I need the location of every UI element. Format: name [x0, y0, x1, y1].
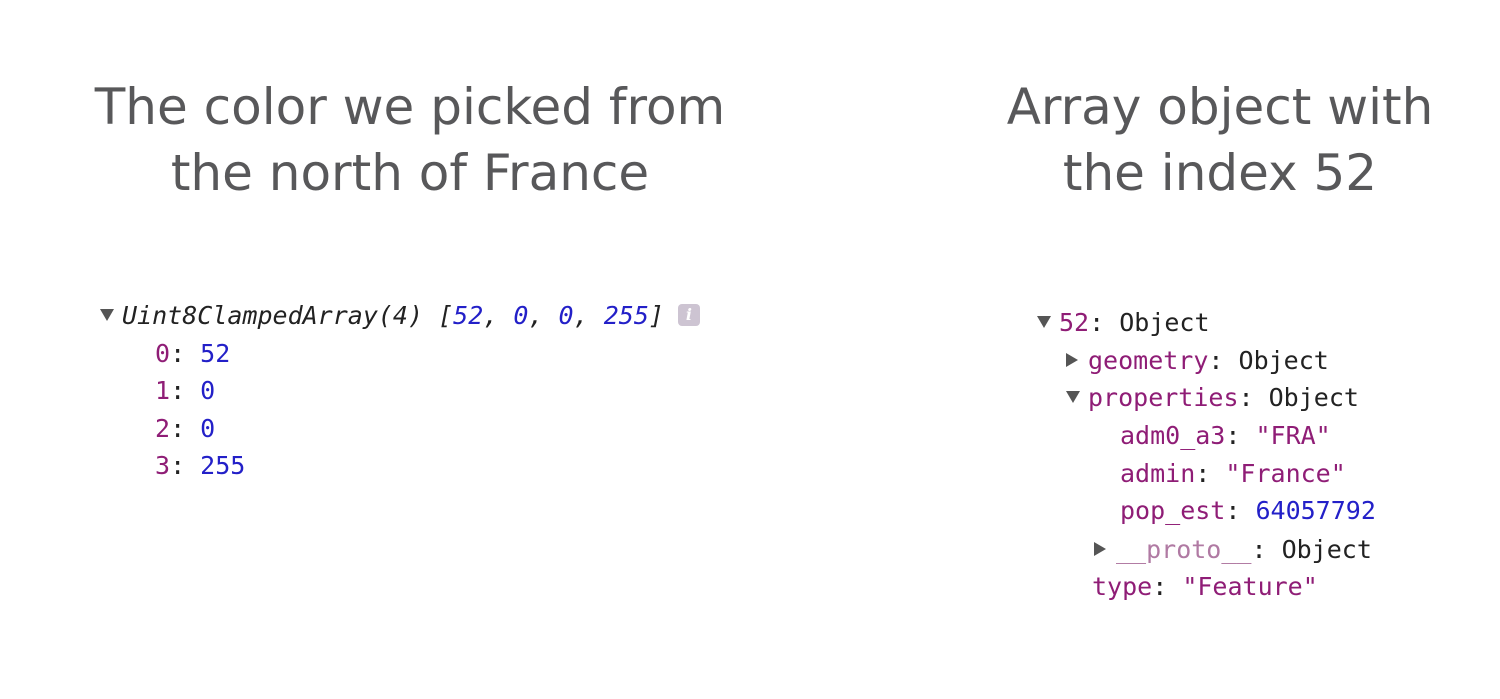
property-value: "FRA": [1255, 421, 1331, 450]
type-value: "Feature": [1182, 572, 1318, 601]
array-separator: ,: [528, 301, 559, 330]
property-key: admin: [1120, 459, 1196, 488]
array-entry-value: 0: [200, 376, 216, 405]
colon: :: [1195, 459, 1226, 488]
info-icon[interactable]: i: [677, 304, 700, 326]
property-entry-row: adm0_a3: "FRA": [1120, 418, 1331, 454]
array-close-bracket: ]: [648, 301, 664, 330]
array-separator: ,: [483, 301, 514, 330]
colon: :: [1152, 572, 1183, 601]
array-entry-value: 52: [200, 339, 231, 368]
colon: :: [1225, 421, 1256, 450]
array-type-label: Uint8ClampedArray(4): [122, 301, 424, 330]
left-caption-line-2: the north of France: [170, 144, 650, 202]
array-entry-value: 255: [200, 451, 246, 480]
array-entry-row: 1: 0: [155, 376, 216, 405]
property-entry-row: admin: "France": [1120, 456, 1346, 492]
array-entry-row: 2: 0: [155, 414, 216, 443]
colon: :: [1251, 535, 1282, 564]
uint8-array-header-row[interactable]: Uint8ClampedArray(4) [52, 0, 0, 255] i: [100, 298, 700, 334]
properties-value: Object: [1268, 383, 1359, 412]
collapsed-triangle-icon[interactable]: [1094, 542, 1106, 556]
right-caption-line-2: the index 52: [1062, 144, 1378, 202]
array-preview-3: 255: [603, 301, 649, 330]
array-entry-key: 2: [155, 414, 171, 443]
expand-triangle-icon[interactable]: [1066, 391, 1080, 403]
type-row: type: "Feature": [1092, 569, 1318, 605]
expand-triangle-icon[interactable]: [100, 309, 114, 321]
properties-row[interactable]: properties: Object: [1066, 380, 1359, 416]
colon: :: [1225, 496, 1256, 525]
property-value: 64057792: [1255, 496, 1376, 525]
array-preview-0: 52: [453, 301, 484, 330]
colon: :: [1089, 308, 1120, 337]
geometry-row[interactable]: geometry: Object: [1066, 343, 1329, 379]
array-preview-1: 0: [513, 301, 529, 330]
property-value: "France": [1225, 459, 1346, 488]
proto-value: Object: [1281, 535, 1372, 564]
left-caption-line-1: The color we picked from: [94, 78, 726, 136]
colon: :: [1238, 383, 1269, 412]
feature-header-row[interactable]: 52: Object: [1037, 305, 1210, 341]
proto-key: __proto__: [1116, 535, 1252, 564]
property-entry-row: pop_est: 64057792: [1120, 493, 1376, 529]
left-caption: The color we picked from the north of Fr…: [60, 74, 760, 206]
proto-row[interactable]: __proto__: Object: [1094, 532, 1372, 568]
collapsed-triangle-icon[interactable]: [1066, 353, 1078, 367]
geometry-value: Object: [1238, 346, 1329, 375]
properties-key: properties: [1088, 383, 1239, 412]
colon: :: [1208, 346, 1239, 375]
right-caption-line-1: Array object with: [1006, 78, 1434, 136]
array-entry-key: 0: [155, 339, 171, 368]
array-preview-2: 0: [558, 301, 574, 330]
expand-triangle-icon[interactable]: [1037, 316, 1051, 328]
array-entry-key: 3: [155, 451, 171, 480]
array-entry-value: 0: [200, 414, 216, 443]
right-caption: Array object with the index 52: [950, 74, 1490, 206]
feature-index: 52: [1059, 308, 1090, 337]
array-entry-row: 0: 52: [155, 339, 231, 368]
geometry-key: geometry: [1088, 346, 1209, 375]
array-entry-key: 1: [155, 376, 171, 405]
feature-type-label: Object: [1119, 308, 1210, 337]
type-key: type: [1092, 572, 1153, 601]
array-separator: ,: [573, 301, 604, 330]
property-key: pop_est: [1120, 496, 1226, 525]
array-entry-row: 3: 255: [155, 451, 246, 480]
array-open-bracket: [: [438, 301, 454, 330]
property-key: adm0_a3: [1120, 421, 1226, 450]
